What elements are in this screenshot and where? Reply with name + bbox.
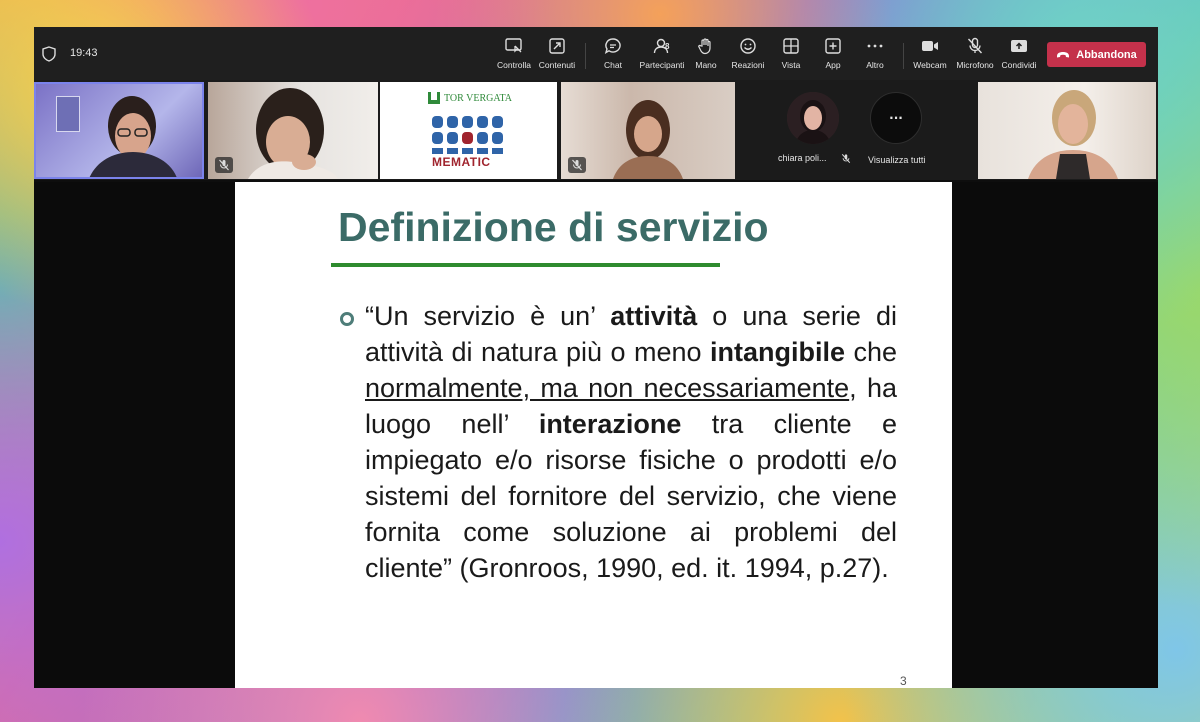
toolbar-divider bbox=[585, 43, 586, 69]
bullet-icon bbox=[340, 312, 354, 326]
more-participants-icon: ··· bbox=[889, 111, 903, 125]
meeting-timer: 19:43 bbox=[70, 47, 98, 59]
apps-button[interactable]: App bbox=[819, 37, 847, 73]
shared-screen: Definizione di servizio “Un servizio è u… bbox=[34, 182, 1158, 688]
reactions-icon bbox=[740, 38, 756, 54]
raise-hand-icon bbox=[698, 38, 711, 55]
mic-muted-icon bbox=[572, 159, 582, 171]
bold-term-interazione: interazione bbox=[538, 409, 682, 439]
raise-hand-button[interactable]: Mano bbox=[692, 37, 720, 73]
microphone-button[interactable]: Microfono bbox=[954, 37, 996, 73]
more-label: Altro bbox=[866, 60, 884, 70]
avatar[interactable] bbox=[787, 92, 839, 144]
view-all-button[interactable]: ··· bbox=[870, 92, 922, 144]
camera-icon bbox=[922, 41, 938, 51]
share-content-icon bbox=[549, 38, 565, 54]
webcam-button[interactable]: Webcam bbox=[913, 37, 947, 73]
content-label: Contenuti bbox=[538, 60, 576, 70]
logo-subtitle: MEMATIC bbox=[432, 155, 491, 169]
participant-3-video bbox=[613, 100, 683, 179]
view-label: Vista bbox=[781, 60, 801, 70]
participant-tile-1[interactable] bbox=[34, 82, 204, 179]
mic-muted-icon bbox=[841, 153, 851, 164]
text-run: che bbox=[845, 337, 897, 367]
control-label: Controlla bbox=[496, 60, 532, 70]
participant-1-video bbox=[89, 96, 177, 177]
participant-tile-logo[interactable]: TOR VERGATA MEMATIC bbox=[380, 82, 557, 179]
participant-tile-3[interactable] bbox=[561, 82, 735, 179]
chat-label: Chat bbox=[604, 60, 622, 70]
underlined-phrase: normalmente, ma non necessariamente bbox=[365, 373, 850, 403]
more-icon bbox=[867, 44, 883, 48]
slide-body-text: “Un servizio è un’ attività o una serie … bbox=[365, 298, 897, 586]
shield-icon bbox=[42, 46, 56, 62]
share-icon bbox=[1011, 40, 1027, 52]
mute-indicator bbox=[215, 157, 233, 173]
text-run: “Un servizio è un’ bbox=[365, 301, 611, 331]
control-icon bbox=[505, 38, 522, 53]
mute-indicator bbox=[568, 157, 586, 173]
presentation-slide: Definizione di servizio “Un servizio è u… bbox=[235, 182, 952, 688]
raise-hand-label: Mano bbox=[695, 60, 717, 70]
view-icon bbox=[783, 38, 799, 54]
reactions-button[interactable]: Reazioni bbox=[731, 37, 765, 73]
teams-meeting-window: 19:43 Controlla Contenuti Chat 8 Parteci… bbox=[34, 27, 1158, 688]
reactions-label: Reazioni bbox=[731, 60, 765, 70]
logo-title: TOR VERGATA bbox=[444, 93, 513, 104]
leave-label: Abbandona bbox=[1076, 48, 1137, 61]
control-button[interactable]: Controlla bbox=[496, 37, 532, 73]
chat-icon bbox=[604, 38, 621, 54]
meeting-toolbar: 19:43 Controlla Contenuti Chat 8 Parteci… bbox=[34, 27, 1158, 80]
apps-icon bbox=[825, 38, 841, 54]
leave-button[interactable]: Abbandona bbox=[1047, 42, 1146, 67]
title-underline-rule bbox=[331, 263, 720, 267]
webcam-label: Webcam bbox=[913, 60, 947, 70]
participant-tile-avatars: chiara poli... ··· Visualizza tutti bbox=[738, 82, 978, 179]
avatar-photo bbox=[787, 92, 839, 144]
apps-label: App bbox=[825, 60, 841, 70]
participants-gallery: TOR VERGATA MEMATIC chiara poli... ··· V… bbox=[34, 80, 1158, 180]
toolbar-divider bbox=[903, 43, 904, 69]
view-button[interactable]: Vista bbox=[777, 37, 805, 73]
mic-muted-icon bbox=[967, 37, 983, 54]
chat-button[interactable]: Chat bbox=[599, 37, 627, 73]
mic-muted-icon bbox=[219, 159, 229, 171]
share-label: Condividi bbox=[1001, 60, 1037, 70]
slide-title: Definizione di servizio bbox=[338, 204, 769, 250]
participant-tile-4[interactable] bbox=[978, 82, 1156, 179]
participant-name: chiara poli... bbox=[778, 153, 827, 163]
content-button[interactable]: Contenuti bbox=[537, 37, 577, 73]
participant-2-video bbox=[248, 88, 338, 179]
bold-term-attivita: attività bbox=[610, 301, 698, 331]
participants-button[interactable]: 8 Partecipanti bbox=[637, 37, 687, 73]
hang-up-icon bbox=[1057, 51, 1070, 57]
slide-page-number: 3 bbox=[900, 674, 907, 688]
participants-count: 8 bbox=[665, 42, 670, 51]
more-button[interactable]: Altro bbox=[861, 37, 889, 73]
share-button[interactable]: Condividi bbox=[1000, 37, 1038, 73]
participant-tile-2[interactable] bbox=[208, 82, 378, 179]
microphone-label: Microfono bbox=[956, 60, 994, 70]
bold-term-intangibile: intangibile bbox=[710, 337, 845, 367]
view-all-label: Visualizza tutti bbox=[868, 155, 926, 165]
participants-label: Partecipanti bbox=[639, 60, 685, 70]
participant-4-video bbox=[1028, 90, 1118, 179]
